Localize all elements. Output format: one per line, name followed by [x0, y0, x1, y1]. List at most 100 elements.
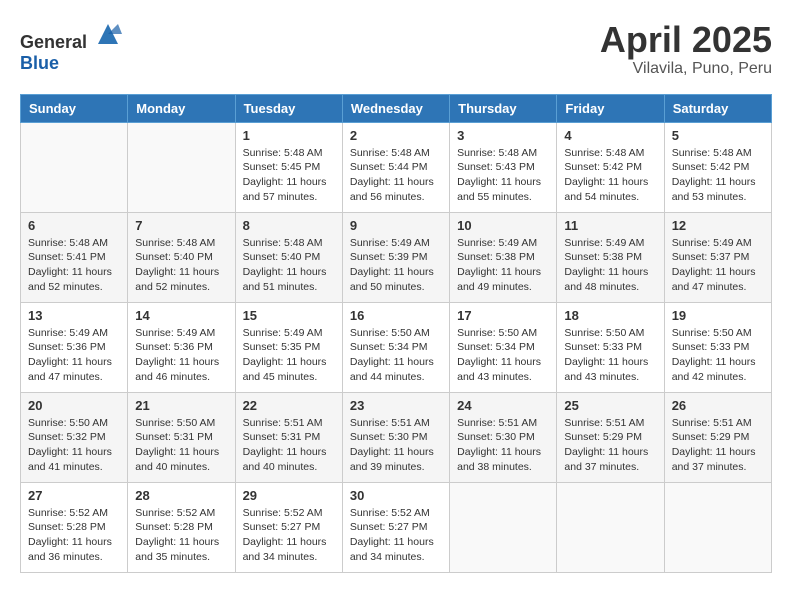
calendar-cell: 27Sunrise: 5:52 AMSunset: 5:28 PMDayligh… — [21, 482, 128, 572]
day-detail: Sunrise: 5:48 AMSunset: 5:42 PMDaylight:… — [672, 146, 764, 205]
day-detail: Sunrise: 5:50 AMSunset: 5:34 PMDaylight:… — [350, 326, 442, 385]
day-detail: Sunrise: 5:48 AMSunset: 5:44 PMDaylight:… — [350, 146, 442, 205]
day-number: 20 — [28, 398, 120, 413]
calendar-cell: 19 Sunrise: 5:50 AMSunset: 5:33 PMDayligh… — [664, 302, 771, 392]
calendar-cell: 25 Sunrise: 5:51 AMSunset: 5:29 PMDayligh… — [557, 392, 664, 482]
day-detail: Sunrise: 5:49 AMSunset: 5:38 PMDaylight:… — [457, 236, 549, 295]
calendar-cell: 8Sunrise: 5:48 AMSunset: 5:40 PMDaylight… — [235, 212, 342, 302]
calendar-cell — [21, 122, 128, 212]
day-detail: Sunrise: 5:52 AMSunset: 5:28 PMDaylight:… — [28, 506, 120, 565]
calendar-cell: 20 Sunrise: 5:50 AMSunset: 5:32 PMDayligh… — [21, 392, 128, 482]
calendar-cell: 9 Sunrise: 5:49 AMSunset: 5:39 PMDaylight… — [342, 212, 449, 302]
calendar-cell: 11 Sunrise: 5:49 AMSunset: 5:38 PMDayligh… — [557, 212, 664, 302]
calendar-cell: 1 Sunrise: 5:48 AMSunset: 5:45 PMDaylight… — [235, 122, 342, 212]
calendar-cell: 22 Sunrise: 5:51 AMSunset: 5:31 PMDayligh… — [235, 392, 342, 482]
day-number: 26 — [672, 398, 764, 413]
day-number: 5 — [672, 128, 764, 143]
day-detail: Sunrise: 5:49 AMSunset: 5:38 PMDaylight:… — [564, 236, 656, 295]
calendar-cell: 5 Sunrise: 5:48 AMSunset: 5:42 PMDaylight… — [664, 122, 771, 212]
calendar-cell: 15 Sunrise: 5:49 AMSunset: 5:35 PMDayligh… — [235, 302, 342, 392]
day-number: 14 — [135, 308, 227, 323]
day-detail: Sunrise: 5:50 AMSunset: 5:32 PMDaylight:… — [28, 416, 120, 475]
day-number: 4 — [564, 128, 656, 143]
logo-blue: Blue — [20, 53, 59, 73]
day-number: 7 — [135, 218, 227, 233]
day-detail: Sunrise: 5:50 AMSunset: 5:34 PMDaylight:… — [457, 326, 549, 385]
logo: General Blue — [20, 20, 122, 74]
day-detail: Sunrise: 5:52 AMSunset: 5:27 PMDaylight:… — [350, 506, 442, 565]
calendar-cell: 17 Sunrise: 5:50 AMSunset: 5:34 PMDayligh… — [450, 302, 557, 392]
calendar-body: 1 Sunrise: 5:48 AMSunset: 5:45 PMDaylight… — [21, 122, 772, 572]
calendar-cell: 3 Sunrise: 5:48 AMSunset: 5:43 PMDaylight… — [450, 122, 557, 212]
calendar-week-3: 13 Sunrise: 5:49 AMSunset: 5:36 PMDayligh… — [21, 302, 772, 392]
day-number: 9 — [350, 218, 442, 233]
calendar-week-4: 20 Sunrise: 5:50 AMSunset: 5:32 PMDayligh… — [21, 392, 772, 482]
day-number: 22 — [243, 398, 335, 413]
day-detail: Sunrise: 5:51 AMSunset: 5:30 PMDaylight:… — [457, 416, 549, 475]
day-detail: Sunrise: 5:49 AMSunset: 5:39 PMDaylight:… — [350, 236, 442, 295]
calendar-cell: 13 Sunrise: 5:49 AMSunset: 5:36 PMDayligh… — [21, 302, 128, 392]
day-number: 15 — [243, 308, 335, 323]
calendar-cell: 21Sunrise: 5:50 AMSunset: 5:31 PMDayligh… — [128, 392, 235, 482]
day-detail: Sunrise: 5:49 AMSunset: 5:36 PMDaylight:… — [135, 326, 227, 385]
day-number: 17 — [457, 308, 549, 323]
day-detail: Sunrise: 5:49 AMSunset: 5:35 PMDaylight:… — [243, 326, 335, 385]
weekday-header-wednesday: Wednesday — [342, 94, 449, 122]
day-number: 3 — [457, 128, 549, 143]
logo-text: General Blue — [20, 20, 122, 74]
day-number: 10 — [457, 218, 549, 233]
calendar-cell: 4Sunrise: 5:48 AMSunset: 5:42 PMDaylight… — [557, 122, 664, 212]
day-detail: Sunrise: 5:51 AMSunset: 5:29 PMDaylight:… — [564, 416, 656, 475]
title-area: April 2025 Vilavila, Puno, Peru — [600, 20, 772, 78]
day-detail: Sunrise: 5:48 AMSunset: 5:40 PMDaylight:… — [135, 236, 227, 295]
day-number: 21 — [135, 398, 227, 413]
calendar-cell — [450, 482, 557, 572]
day-number: 24 — [457, 398, 549, 413]
day-detail: Sunrise: 5:48 AMSunset: 5:45 PMDaylight:… — [243, 146, 335, 205]
calendar-cell: 28 Sunrise: 5:52 AMSunset: 5:28 PMDayligh… — [128, 482, 235, 572]
day-number: 13 — [28, 308, 120, 323]
logo-general: General — [20, 32, 87, 52]
calendar-cell — [557, 482, 664, 572]
day-number: 23 — [350, 398, 442, 413]
calendar-week-1: 1 Sunrise: 5:48 AMSunset: 5:45 PMDaylight… — [21, 122, 772, 212]
day-number: 1 — [243, 128, 335, 143]
day-detail: Sunrise: 5:51 AMSunset: 5:31 PMDaylight:… — [243, 416, 335, 475]
day-number: 30 — [350, 488, 442, 503]
day-number: 19 — [672, 308, 764, 323]
day-number: 12 — [672, 218, 764, 233]
day-number: 25 — [564, 398, 656, 413]
calendar-week-5: 27Sunrise: 5:52 AMSunset: 5:28 PMDayligh… — [21, 482, 772, 572]
weekday-header-thursday: Thursday — [450, 94, 557, 122]
calendar-cell: 30 Sunrise: 5:52 AMSunset: 5:27 PMDayligh… — [342, 482, 449, 572]
calendar-week-2: 6Sunrise: 5:48 AMSunset: 5:41 PMDaylight… — [21, 212, 772, 302]
weekday-header-row: SundayMondayTuesdayWednesdayThursdayFrid… — [21, 94, 772, 122]
calendar-cell: 14 Sunrise: 5:49 AMSunset: 5:36 PMDayligh… — [128, 302, 235, 392]
calendar-cell: 6Sunrise: 5:48 AMSunset: 5:41 PMDaylight… — [21, 212, 128, 302]
weekday-header-friday: Friday — [557, 94, 664, 122]
page-subtitle: Vilavila, Puno, Peru — [600, 60, 772, 78]
calendar-cell: 26 Sunrise: 5:51 AMSunset: 5:29 PMDayligh… — [664, 392, 771, 482]
day-number: 8 — [243, 218, 335, 233]
day-detail: Sunrise: 5:51 AMSunset: 5:29 PMDaylight:… — [672, 416, 764, 475]
calendar-table: SundayMondayTuesdayWednesdayThursdayFrid… — [20, 94, 772, 573]
calendar-cell: 2Sunrise: 5:48 AMSunset: 5:44 PMDaylight… — [342, 122, 449, 212]
weekday-header-saturday: Saturday — [664, 94, 771, 122]
day-number: 6 — [28, 218, 120, 233]
calendar-cell — [664, 482, 771, 572]
calendar-cell: 18Sunrise: 5:50 AMSunset: 5:33 PMDayligh… — [557, 302, 664, 392]
day-detail: Sunrise: 5:50 AMSunset: 5:33 PMDaylight:… — [672, 326, 764, 385]
weekday-header-monday: Monday — [128, 94, 235, 122]
calendar-cell: 16 Sunrise: 5:50 AMSunset: 5:34 PMDayligh… — [342, 302, 449, 392]
calendar-cell — [128, 122, 235, 212]
day-detail: Sunrise: 5:51 AMSunset: 5:30 PMDaylight:… — [350, 416, 442, 475]
weekday-header-sunday: Sunday — [21, 94, 128, 122]
calendar-cell: 23 Sunrise: 5:51 AMSunset: 5:30 PMDayligh… — [342, 392, 449, 482]
day-detail: Sunrise: 5:48 AMSunset: 5:43 PMDaylight:… — [457, 146, 549, 205]
weekday-header-tuesday: Tuesday — [235, 94, 342, 122]
day-number: 28 — [135, 488, 227, 503]
day-detail: Sunrise: 5:52 AMSunset: 5:28 PMDaylight:… — [135, 506, 227, 565]
day-number: 16 — [350, 308, 442, 323]
day-number: 11 — [564, 218, 656, 233]
day-detail: Sunrise: 5:49 AMSunset: 5:36 PMDaylight:… — [28, 326, 120, 385]
